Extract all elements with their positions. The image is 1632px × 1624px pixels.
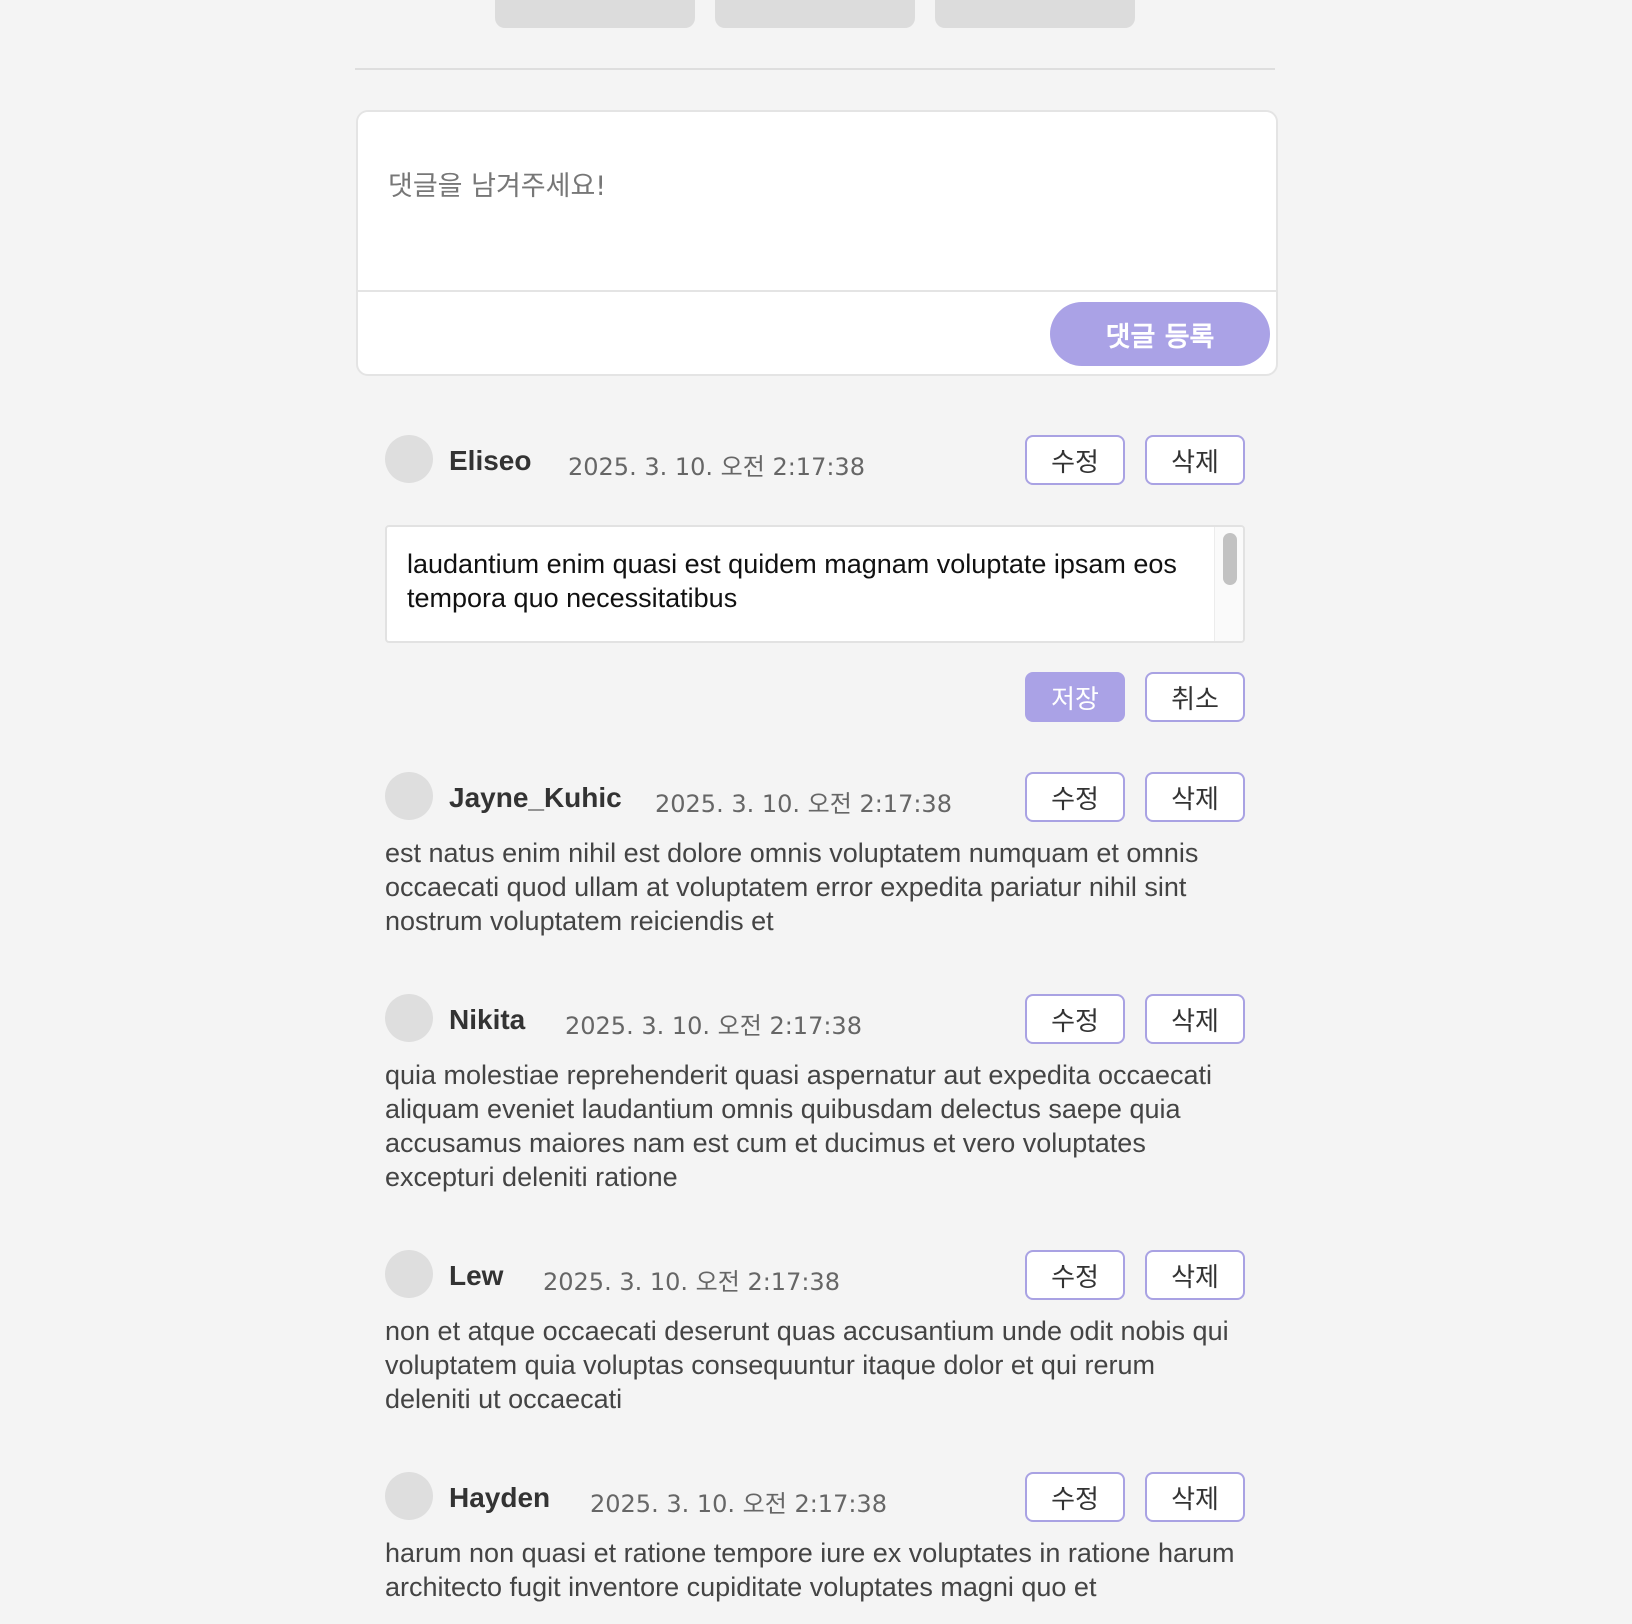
comment-header: Nikita 2025. 3. 10. 오전 2:17:38 수정 삭제 — [385, 994, 1245, 1044]
comments-page: 댓글 등록 Eliseo 2025. 3. 10. 오전 2:17:38 수정 … — [0, 0, 1632, 1624]
save-button[interactable]: 저장 — [1025, 672, 1125, 722]
comment-item: Eliseo 2025. 3. 10. 오전 2:17:38 수정 삭제 — [385, 435, 1245, 485]
delete-button[interactable]: 삭제 — [1145, 435, 1245, 485]
comment-input[interactable] — [358, 112, 1276, 292]
comment-header: Eliseo 2025. 3. 10. 오전 2:17:38 수정 삭제 — [385, 435, 1245, 485]
top-tab-3[interactable] — [935, 0, 1135, 28]
comment-item: Nikita 2025. 3. 10. 오전 2:17:38 수정 삭제 qui… — [385, 994, 1245, 1194]
top-tab-2[interactable] — [715, 0, 915, 28]
comment-body: est natus enim nihil est dolore omnis vo… — [385, 838, 1199, 936]
comment-composer: 댓글 등록 — [356, 110, 1278, 376]
comment-edit-text[interactable]: laudantium enim quasi est quidem magnam … — [407, 547, 1187, 615]
edit-button[interactable]: 수정 — [1025, 772, 1125, 822]
avatar — [385, 1250, 433, 1298]
comment-timestamp: 2025. 3. 10. 오전 2:17:38 — [543, 1268, 840, 1296]
comment-author: Nikita — [449, 1004, 526, 1035]
edit-button[interactable]: 수정 — [1025, 994, 1125, 1044]
cancel-button[interactable]: 취소 — [1145, 672, 1245, 722]
avatar — [385, 994, 433, 1042]
delete-button[interactable]: 삭제 — [1145, 772, 1245, 822]
comment-item: Hayden 2025. 3. 10. 오전 2:17:38 수정 삭제 har… — [385, 1472, 1245, 1604]
comment-header: Jayne_Kuhic 2025. 3. 10. 오전 2:17:38 수정 삭… — [385, 772, 1245, 822]
comment-item: Lew 2025. 3. 10. 오전 2:17:38 수정 삭제 non et… — [385, 1250, 1245, 1416]
comment-timestamp: 2025. 3. 10. 오전 2:17:38 — [565, 1012, 862, 1040]
delete-button[interactable]: 삭제 — [1145, 994, 1245, 1044]
comment-header: Hayden 2025. 3. 10. 오전 2:17:38 수정 삭제 — [385, 1472, 1245, 1522]
edit-scrollbar-thumb[interactable] — [1223, 533, 1237, 585]
comment-item: Jayne_Kuhic 2025. 3. 10. 오전 2:17:38 수정 삭… — [385, 772, 1245, 938]
delete-button[interactable]: 삭제 — [1145, 1472, 1245, 1522]
edit-button[interactable]: 수정 — [1025, 435, 1125, 485]
avatar — [385, 435, 433, 483]
top-tab-bar — [495, 0, 1135, 28]
comment-timestamp: 2025. 3. 10. 오전 2:17:38 — [568, 453, 865, 481]
comment-body: non et atque occaecati deserunt quas acc… — [385, 1316, 1229, 1414]
avatar — [385, 772, 433, 820]
comment-edit-textarea[interactable]: laudantium enim quasi est quidem magnam … — [385, 525, 1245, 643]
edit-button[interactable]: 수정 — [1025, 1472, 1125, 1522]
comment-author: Hayden — [449, 1482, 551, 1513]
comment-timestamp: 2025. 3. 10. 오전 2:17:38 — [655, 790, 952, 818]
delete-button[interactable]: 삭제 — [1145, 1250, 1245, 1300]
edit-button[interactable]: 수정 — [1025, 1250, 1125, 1300]
comment-header: Lew 2025. 3. 10. 오전 2:17:38 수정 삭제 — [385, 1250, 1245, 1300]
comment-body: harum non quasi et ratione tempore iure … — [385, 1538, 1235, 1602]
top-tab-1[interactable] — [495, 0, 695, 28]
edit-scrollbar[interactable] — [1214, 527, 1243, 641]
comment-author: Jayne_Kuhic — [449, 782, 622, 813]
avatar — [385, 1472, 433, 1520]
comment-author: Lew — [449, 1260, 504, 1291]
comment-timestamp: 2025. 3. 10. 오전 2:17:38 — [590, 1490, 887, 1518]
comment-body: quia molestiae reprehenderit quasi asper… — [385, 1060, 1213, 1192]
section-divider — [355, 68, 1275, 70]
comment-author: Eliseo — [449, 445, 532, 476]
submit-comment-button[interactable]: 댓글 등록 — [1050, 302, 1270, 366]
